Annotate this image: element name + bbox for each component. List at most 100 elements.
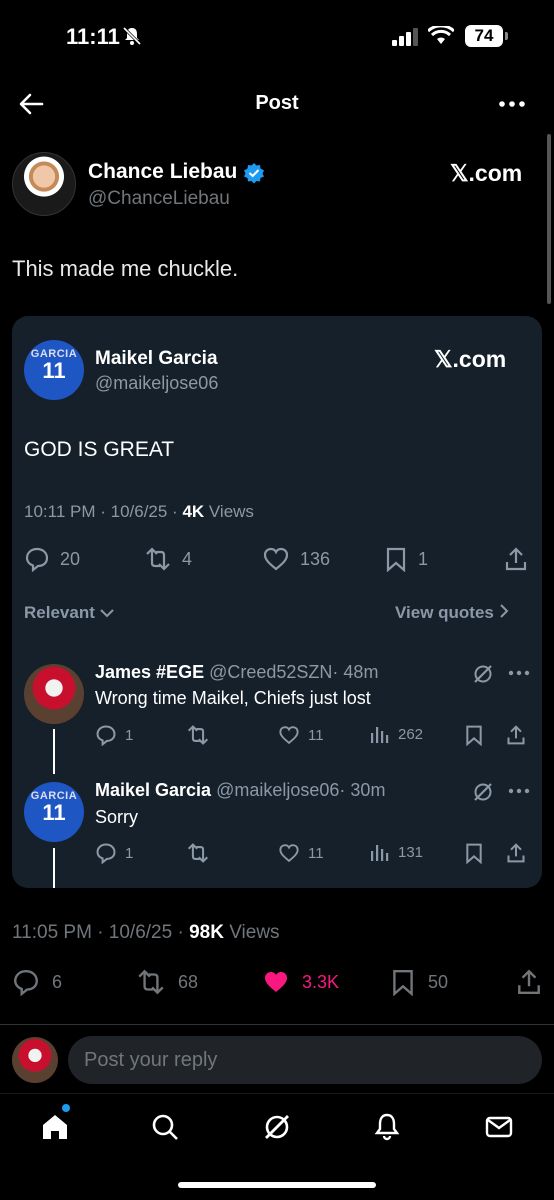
heart-icon [279,844,299,863]
reply-share-button[interactable] [506,842,534,864]
embedded-author-handle[interactable]: @maikeljose06 [95,373,218,394]
reply-like-button[interactable]: 11 [278,842,324,864]
author-name[interactable]: Chance Liebau [88,160,237,184]
like-count: 3.3K [302,971,340,992]
reply-author-handle[interactable]: @maikeljose06 [216,780,339,800]
embedded-bookmark-count: 1 [418,548,429,569]
chevron-right-icon [499,604,509,618]
heart-filled-icon [265,972,287,992]
reply-repost-button[interactable] [186,724,218,746]
sort-label: Relevant [24,603,95,622]
my-avatar[interactable] [12,1037,58,1083]
jersey-number: 11 [42,358,66,383]
search-icon[interactable] [150,1112,180,1147]
reply-bookmark-button[interactable] [464,842,492,864]
messages-icon[interactable] [484,1112,514,1147]
repost-count: 68 [178,971,199,992]
reply-view-count: 262 [398,725,424,743]
reply-reply-count: 1 [125,844,134,862]
reply-reply-button[interactable]: 1 [95,724,133,746]
status-time: 11:11 [66,24,120,49]
reply-like-button[interactable]: 11 [278,724,324,746]
reply-avatar[interactable]: GARCIA 11 [24,782,84,842]
thread-line [53,729,55,774]
wifi-icon [426,24,456,51]
reply-repost-button[interactable] [186,842,218,864]
like-button[interactable]: 3.3K [262,968,339,996]
reply-count: 6 [52,971,63,992]
embedded-reply-button[interactable]: 20 [24,546,80,572]
reply-time: · 30m [339,780,386,800]
bookmark-count: 50 [428,971,449,992]
grok-icon[interactable] [472,781,494,808]
page-title: Post [255,92,299,114]
reply-reply-button[interactable]: 1 [95,842,133,864]
more-options-icon[interactable] [498,92,526,121]
reply-avatar[interactable] [24,664,84,724]
scrollbar[interactable] [547,134,551,304]
reply-text: Sorry [95,807,139,827]
heart-icon [263,547,289,571]
views-icon [371,727,389,743]
embedded-views-count: 4K [182,502,205,521]
author-handle[interactable]: @ChanceLiebau [88,188,230,210]
repost-button[interactable]: 68 [136,968,198,996]
reply-header: Maikel Garcia @maikeljose06· 30m [95,780,385,801]
bookmark-icon [466,725,482,746]
verified-badge-icon [243,162,265,189]
home-icon[interactable] [40,1112,70,1147]
bookmark-icon [386,547,406,572]
embedded-author-name[interactable]: Maikel Garcia [95,348,218,370]
home-indicator[interactable] [178,1182,376,1188]
embedded-like-button[interactable]: 136 [262,546,330,572]
repost-icon [187,725,209,745]
reply-composer[interactable] [68,1036,542,1084]
view-quotes-link[interactable]: View quotes [395,603,509,623]
reply-share-button[interactable] [506,724,534,746]
embedded-source-label: 𝕏.com [434,346,507,372]
reply-author-handle[interactable]: @Creed52SZN [209,662,332,682]
reply-views-button[interactable]: 262 [370,724,423,744]
reply-author-name[interactable]: James #EGE [95,662,204,682]
sort-replies-button[interactable]: Relevant [24,603,114,623]
grok-icon[interactable] [472,663,494,690]
reply-more-icon[interactable] [508,663,530,688]
unread-dot [62,1104,70,1112]
notifications-icon[interactable] [372,1112,402,1147]
embedded-share-button[interactable] [504,546,538,572]
reply-button[interactable]: 6 [12,968,62,996]
grok-icon[interactable] [262,1112,292,1147]
embedded-timestamp: 10:11 PM · 10/6/25 · [24,502,183,521]
quoted-post-card[interactable]: GARCIA 11 Maikel Garcia @maikeljose06 𝕏.… [12,316,542,888]
post-views-label: Views [223,922,280,943]
reply-input[interactable] [84,1046,524,1074]
bookmark-button[interactable]: 50 [390,968,448,996]
reply-more-icon[interactable] [508,781,530,806]
reply-icon [96,843,116,864]
embedded-bookmark-button[interactable]: 1 [384,546,428,572]
bell-muted-icon [122,26,142,51]
battery-indicator: 74 [465,25,503,47]
source-label: 𝕏.com [450,160,523,186]
embedded-post-meta: 10:11 PM · 10/6/25 · 4K Views [24,502,254,522]
reply-text: Wrong time Maikel, Chiefs just lost [95,688,371,708]
heart-icon [279,726,299,745]
repost-icon [146,547,170,571]
embedded-post-text: GOD IS GREAT [24,438,175,461]
reply-icon [96,725,116,746]
views-icon [371,845,389,861]
embedded-author-avatar[interactable]: GARCIA 11 [24,340,84,400]
share-icon [505,547,527,571]
share-button[interactable] [516,968,554,996]
reply-author-name[interactable]: Maikel Garcia [95,780,211,800]
reply-views-button[interactable]: 131 [370,842,423,862]
reply-icon [14,970,38,996]
embedded-repost-button[interactable]: 4 [144,546,192,572]
top-bar: Post [0,72,554,134]
post-timestamp: 11:05 PM · 10/6/25 · [12,922,190,943]
author-avatar[interactable] [12,152,76,216]
share-icon [507,725,525,745]
jersey-number: 11 [42,800,66,825]
reply-bookmark-button[interactable] [464,724,492,746]
reply-icon [25,547,49,572]
